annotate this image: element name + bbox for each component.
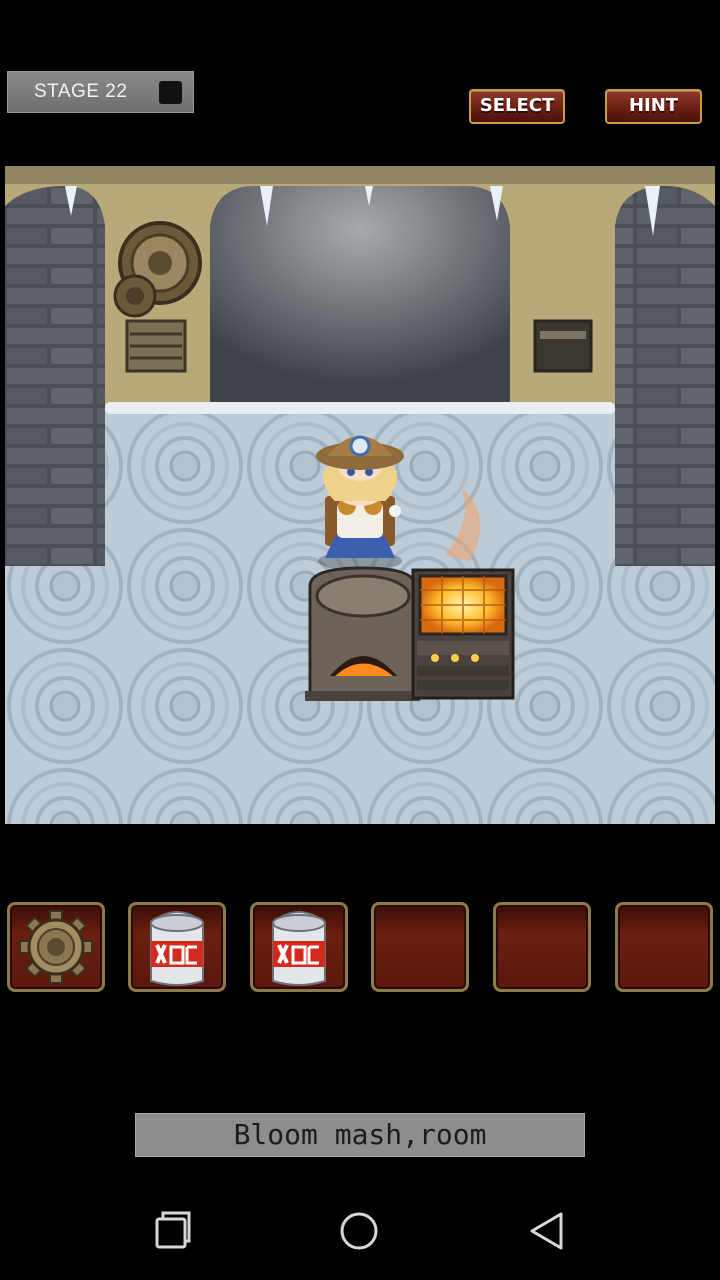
gas-can-icon — [150, 911, 204, 986]
stage-label: STAGE 22 — [34, 81, 128, 102]
explorer-girl-character — [316, 435, 404, 571]
home-button[interactable] — [329, 1200, 389, 1260]
stone-stove-icon — [305, 566, 420, 701]
back-button[interactable] — [517, 1200, 577, 1260]
inventory-slot-3[interactable] — [250, 902, 348, 992]
home-icon — [340, 1212, 378, 1250]
hint-button[interactable]: HINT — [605, 89, 702, 124]
inventory-slot-5[interactable] — [493, 902, 591, 992]
game-scene[interactable] — [5, 166, 715, 824]
back-icon — [530, 1212, 563, 1250]
message-caption: Bloom mash,room — [135, 1113, 585, 1157]
inventory-slot-6[interactable] — [615, 902, 713, 992]
inventory-slot-2[interactable] — [128, 902, 226, 992]
scene-artwork — [5, 166, 715, 824]
stage-status-square — [159, 81, 182, 104]
gas-can-icon — [272, 911, 326, 986]
recent-apps-button[interactable] — [143, 1200, 203, 1260]
recent-apps-icon — [155, 1211, 191, 1249]
wall-vent-left-icon — [125, 319, 187, 373]
stage-indicator: STAGE 22 — [7, 71, 194, 113]
wall-vent-right-icon — [533, 319, 593, 373]
select-button[interactable]: SELECT — [469, 89, 565, 124]
gear-icon — [19, 910, 93, 984]
inventory-slot-4[interactable] — [371, 902, 469, 992]
inventory-slot-1[interactable] — [7, 902, 105, 992]
